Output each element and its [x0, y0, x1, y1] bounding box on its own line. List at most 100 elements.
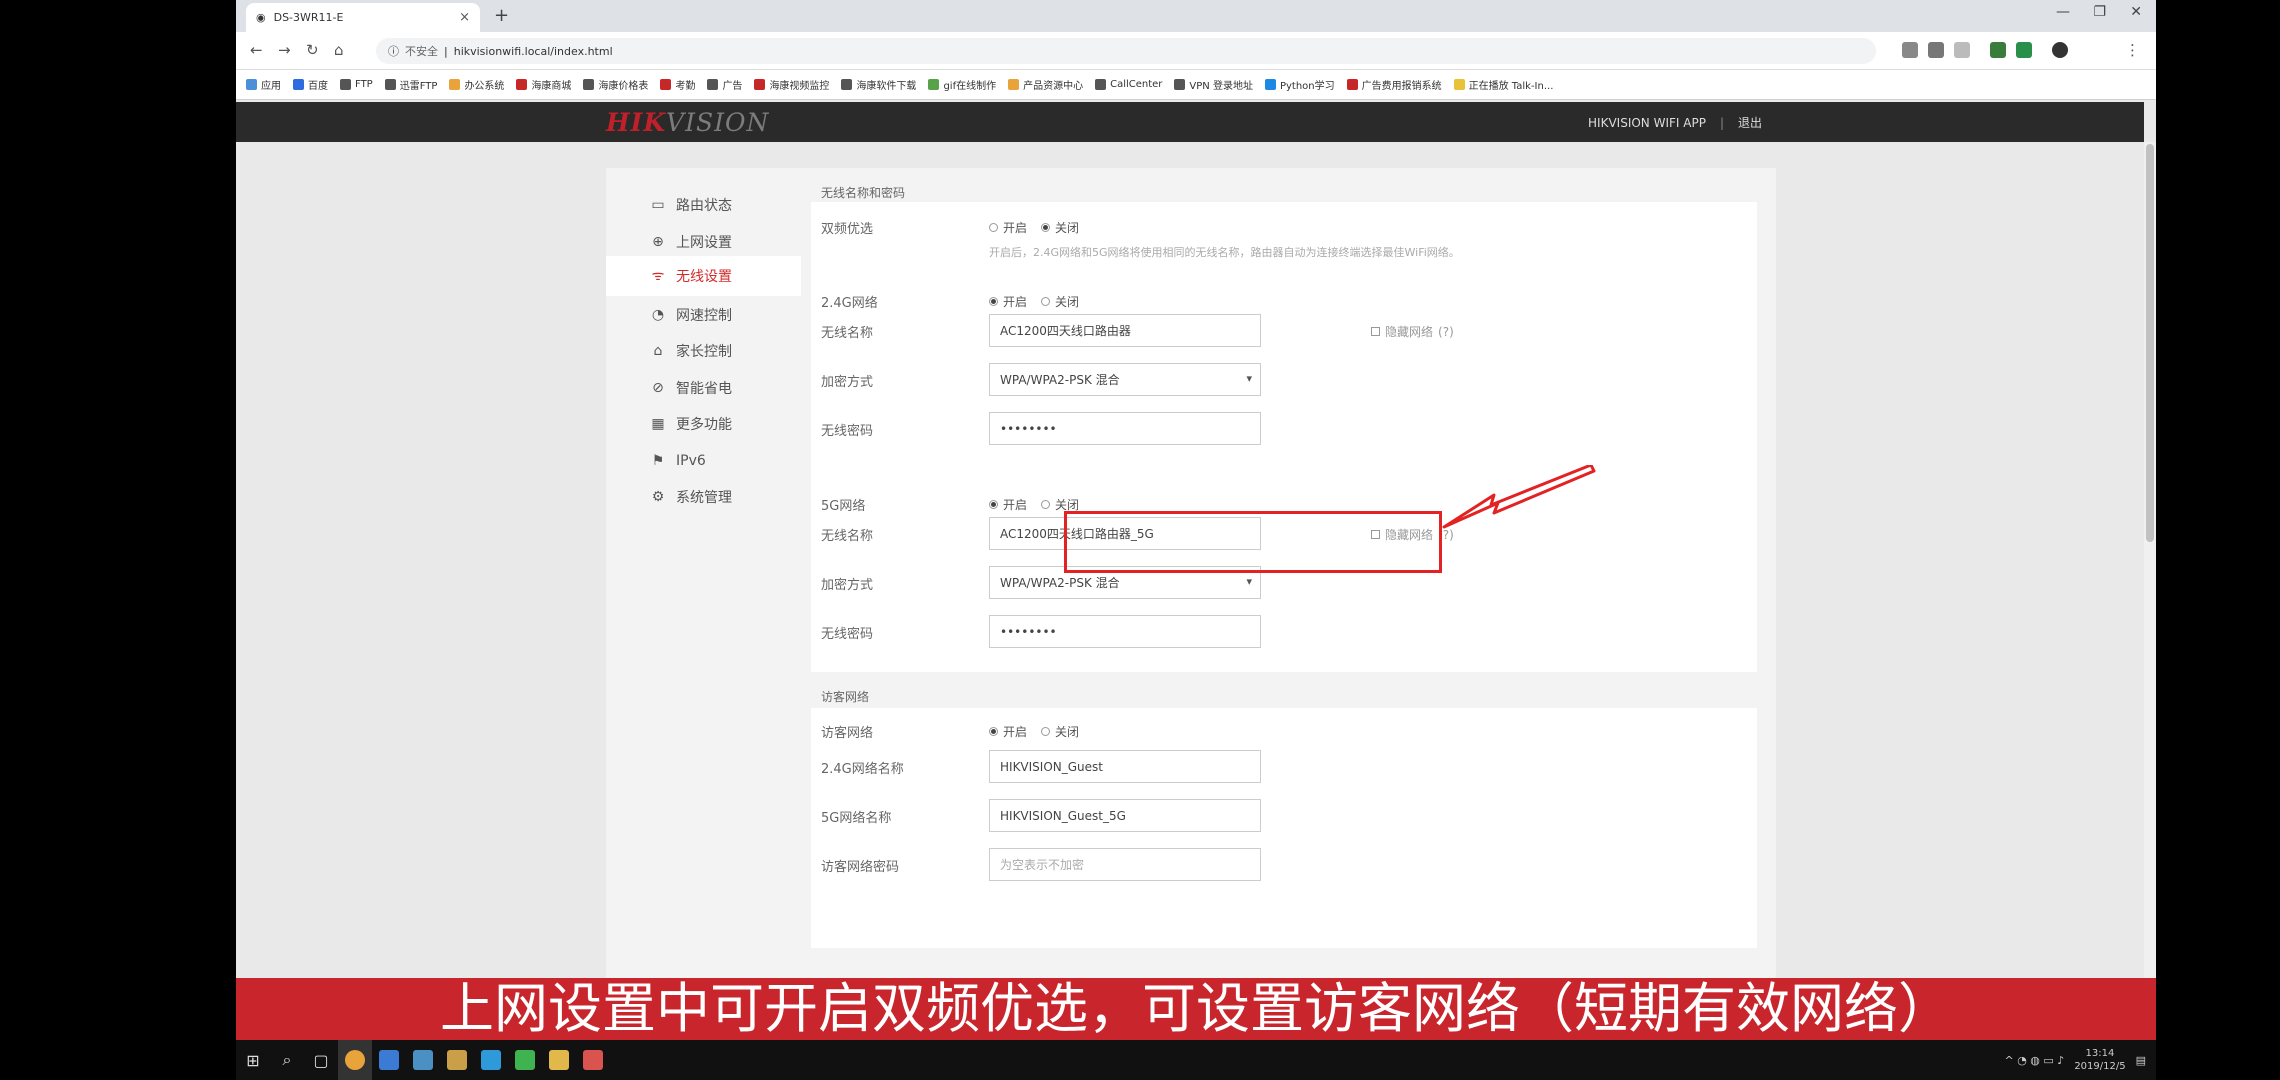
sidebar-item-speed-control[interactable]: ◔ 网速控制	[606, 295, 801, 335]
task-view-icon[interactable]: ▢	[304, 1040, 338, 1080]
bookmark-label: 海康视频监控	[769, 81, 830, 92]
window-close-icon[interactable]: ✕	[2130, 4, 2142, 20]
start-icon[interactable]: ⊞	[236, 1040, 270, 1080]
bookmark-item[interactable]: 海康商城	[516, 77, 571, 92]
guest-password-input[interactable]: 为空表示不加密	[989, 848, 1261, 881]
sidebar-item-ipv6[interactable]: ⚑ IPv6	[606, 441, 801, 481]
tab-title: DS-3WR11-E	[273, 11, 344, 24]
bookmark-label: Python学习	[1279, 81, 1335, 92]
guest-ssid5-label: 5G网络名称	[821, 811, 892, 826]
sidebar-item-label: 无线设置	[676, 269, 732, 285]
guest-ssid24-input[interactable]: HIKVISION_Guest	[989, 750, 1261, 783]
bookmark-item[interactable]: FTP	[340, 79, 373, 90]
guest-on-radio[interactable]: 开启	[989, 723, 1027, 740]
bookmark-item[interactable]: 广告	[707, 77, 742, 92]
bookmark-item[interactable]: Python学习	[1264, 77, 1335, 92]
dual-band-off-radio[interactable]: 关闭	[1041, 219, 1079, 236]
profile-icon[interactable]	[2052, 42, 2068, 58]
band24-off-radio[interactable]: 关闭	[1041, 293, 1079, 310]
bookmark-item[interactable]: 海康视频监控	[754, 77, 829, 92]
ssid-label: 无线名称	[821, 529, 874, 544]
band24-encryption-select[interactable]: WPA/WPA2-PSK 混合	[989, 363, 1261, 396]
browser-tab[interactable]: ◉ DS-3WR11-E ×	[246, 3, 480, 32]
page-scrollbar[interactable]	[2144, 142, 2156, 980]
band24-password-input[interactable]: ••••••••	[989, 412, 1261, 445]
dual-band-on-radio[interactable]: 开启	[989, 219, 1027, 236]
router-status-icon: ▭	[651, 197, 665, 213]
sidebar-item-label: 上网设置	[676, 234, 732, 251]
logout-link[interactable]: 退出	[1738, 114, 1762, 131]
translate-icon[interactable]	[1928, 42, 1944, 58]
band5-password-input[interactable]: ••••••••	[989, 615, 1261, 648]
minimize-icon[interactable]: —	[2056, 4, 2070, 20]
sidebar-item-power-saving[interactable]: ⊘ 智能省电	[606, 368, 801, 408]
sidebar-item-more-features[interactable]: ▦ 更多功能	[606, 404, 801, 444]
bookmark-item[interactable]: CallCenter	[1095, 79, 1162, 90]
bookmark-icon	[1346, 79, 1358, 90]
app-icon[interactable]	[576, 1040, 610, 1080]
bookmark-item[interactable]: 百度	[293, 77, 328, 92]
bookmark-item[interactable]: 办公系统	[449, 77, 504, 92]
band5-on-radio[interactable]: 开启	[989, 496, 1027, 513]
sidebar-item-router-status[interactable]: ▭ 路由状态	[606, 185, 801, 225]
wireless-card: 双频优选 开启 关闭 开启后，2.4G网络和5G网络将使用相同的无线名称，路由器…	[811, 202, 1757, 672]
info-icon[interactable]: ⓘ	[388, 43, 399, 59]
search-icon[interactable]: ⌕	[270, 1040, 304, 1080]
system-tray: ^ ◔ ◍ ▭ ♪ 13:14 2019/12/5 ▤	[2005, 1040, 2147, 1080]
home-icon[interactable]: ⌂	[334, 41, 344, 59]
bookmark-icon	[246, 79, 257, 90]
bookmark-icon	[340, 79, 351, 90]
bookmark-item[interactable]: 应用	[246, 77, 281, 92]
sidebar-item-parental-control[interactable]: ⌂ 家长控制	[606, 331, 801, 371]
key-icon[interactable]	[1902, 42, 1918, 58]
app-icon[interactable]	[440, 1040, 474, 1080]
bookmark-item[interactable]: 海康软件下载	[841, 77, 916, 92]
tab-close-icon[interactable]: ×	[459, 10, 470, 25]
chrome-app-icon[interactable]	[338, 1040, 372, 1080]
guest-off-radio[interactable]: 关闭	[1041, 723, 1079, 740]
restore-icon[interactable]: ❐	[2093, 4, 2106, 20]
app-icon[interactable]	[406, 1040, 440, 1080]
extension-icon[interactable]	[2016, 42, 2032, 58]
bookmark-label: VPN 登录地址	[1189, 81, 1253, 92]
bookmark-item[interactable]: 迅雷FTP	[384, 77, 438, 92]
guest-ssid24-label: 2.4G网络名称	[821, 762, 904, 777]
bookmark-item[interactable]: 考勤	[660, 77, 695, 92]
bookmark-item[interactable]: VPN 登录地址	[1174, 77, 1253, 92]
url-input[interactable]: ⓘ 不安全 | hikvisionwifi.local/index.html	[376, 38, 1876, 64]
ipv6-icon: ⚑	[651, 452, 665, 469]
app-icon[interactable]	[372, 1040, 406, 1080]
wireless-settings-icon: ᯤ	[651, 268, 665, 284]
guest-ssid5-input[interactable]: HIKVISION_Guest_5G	[989, 799, 1261, 832]
menu-icon[interactable]: ⋮	[2125, 41, 2140, 59]
wechat-app-icon[interactable]	[508, 1040, 542, 1080]
bookmark-label: 迅雷FTP	[399, 81, 438, 92]
taskbar: ⊞ ⌕ ▢ ^ ◔ ◍ ▭ ♪ 13:14 2019/12/5 ▤	[236, 1040, 2156, 1080]
band24-ssid-input[interactable]: AC1200四天线口路由器	[989, 314, 1261, 347]
reload-icon[interactable]: ↻	[306, 41, 319, 59]
app-icon[interactable]	[474, 1040, 508, 1080]
band24-on-radio[interactable]: 开启	[989, 293, 1027, 310]
sidebar-item-system-management[interactable]: ⚙ 系统管理	[606, 477, 801, 517]
internet-settings-icon: ⊕	[652, 233, 664, 250]
scrollbar-thumb[interactable]	[2146, 144, 2154, 542]
extension-icon[interactable]	[1990, 42, 2006, 58]
bookmark-item[interactable]: gif在线制作	[928, 77, 996, 92]
sidebar-item-label: 更多功能	[676, 417, 732, 433]
notification-icon[interactable]: ▤	[2136, 1054, 2146, 1067]
bookmark-item[interactable]: 正在播放 Talk-In...	[1453, 77, 1553, 92]
folder-app-icon[interactable]	[542, 1040, 576, 1080]
app-link[interactable]: HIKVISION WIFI APP	[1588, 116, 1706, 130]
bookmark-item[interactable]: 海康价格表	[583, 77, 648, 92]
sidebar-item-wireless-settings[interactable]: ᯤ 无线设置	[606, 256, 801, 296]
band24-hide-checkbox[interactable]: 隐藏网络 (?)	[1371, 323, 1454, 340]
clock[interactable]: 13:14 2019/12/5	[2074, 1047, 2125, 1073]
tray-icons[interactable]: ^ ◔ ◍ ▭ ♪	[2005, 1054, 2065, 1067]
bookmark-item[interactable]: 广告费用报销系统	[1346, 77, 1442, 92]
back-icon[interactable]: ←	[250, 41, 263, 59]
forward-icon[interactable]: →	[278, 41, 291, 59]
new-tab-button[interactable]: +	[494, 5, 509, 26]
bookmark-icon	[1453, 79, 1465, 90]
star-icon[interactable]	[1954, 42, 1970, 58]
bookmark-item[interactable]: 产品资源中心	[1008, 77, 1083, 92]
